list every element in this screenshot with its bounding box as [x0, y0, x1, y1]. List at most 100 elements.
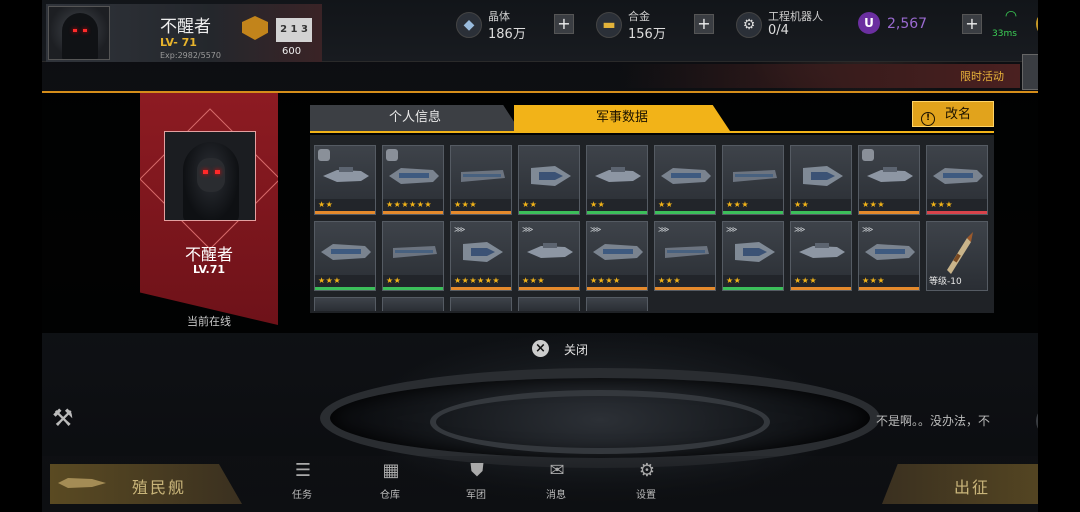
weapon-card[interactable]: ⋙ ★★★ [858, 221, 920, 291]
hooded-figure [62, 13, 98, 59]
nav-warehouse-label: 仓库 [380, 490, 400, 501]
weapon-stars: ★★ [383, 275, 443, 287]
weapon-rarity-bar [723, 211, 783, 214]
add-alloy-button[interactable]: + [694, 14, 714, 34]
weapon-card[interactable]: ⋙ ★★★ [654, 221, 716, 291]
weapon-rarity-bar [315, 211, 375, 214]
weapon-card[interactable] [586, 297, 648, 311]
nav-settings[interactable]: ⚙ 设置 [614, 456, 678, 504]
weapon-rarity-bar [383, 287, 443, 290]
weapon-card[interactable] [518, 297, 580, 311]
rank-value: 600 [282, 46, 302, 57]
weapon-grid: ★★ ★★★★★★ ★★★ ★★ ★★ ★★ ★★★ ★★ ★★★ ★★★ ★★★ ★★ ⋙ ★★★★★★… [314, 145, 988, 311]
profile-tabs: 个人信息 军事数据 [310, 105, 730, 133]
nav-warehouse[interactable]: ▦ 仓库 [358, 456, 422, 504]
weapon-stars: ★★ [723, 275, 783, 287]
player-avatar[interactable] [48, 6, 110, 60]
weapon-ship-icon [867, 167, 913, 182]
weapon-card[interactable]: ★★★ [314, 221, 376, 291]
weapon-ship-icon [393, 246, 437, 258]
weapon-card[interactable]: ★★ [586, 145, 648, 215]
weapon-rank-icon: ⋙ [862, 225, 874, 234]
add-ucoin-button[interactable]: + [962, 14, 982, 34]
weapon-badge-icon [386, 149, 398, 161]
nav-task-label: 任务 [292, 490, 312, 501]
weapon-ship-icon [865, 244, 915, 260]
weapon-badge-icon [862, 149, 874, 161]
weapon-card[interactable] [450, 297, 512, 311]
weapon-stars: ★★ [519, 199, 579, 211]
weapon-card[interactable] [382, 297, 444, 311]
weapon-stars: ★★★ [315, 275, 375, 287]
weapon-card[interactable]: ★★ [382, 221, 444, 291]
weapon-card[interactable]: ★★★ [858, 145, 920, 215]
nav-legion-label: 军团 [466, 490, 486, 501]
weapon-ship-icon [531, 166, 571, 186]
weapon-ship-icon [803, 166, 843, 186]
warehouse-icon: ▦ [382, 460, 400, 481]
weapon-card[interactable]: ★★ [790, 145, 852, 215]
nav-message-label: 消息 [546, 490, 566, 501]
nav-message[interactable]: ✉ 消息 [524, 456, 588, 504]
wrench-tools-icon[interactable]: ⚒ [52, 404, 82, 434]
weapon-card[interactable]: ⋙ ★★★ [518, 221, 580, 291]
ping-value: 33ms [992, 29, 1017, 39]
weapon-card[interactable]: ★★★ [450, 145, 512, 215]
weapon-card[interactable] [314, 297, 376, 311]
chat-preview[interactable]: 不是啊。。没办法，不 [876, 412, 990, 429]
weapon-card[interactable]: ★★ [518, 145, 580, 215]
weapon-rarity-bar [519, 287, 579, 290]
weapon-card[interactable]: ★★★ [926, 145, 988, 215]
weapon-card[interactable]: ★★★★★★ [382, 145, 444, 215]
weapon-rarity-bar [315, 287, 375, 290]
weapon-rarity-bar [859, 287, 919, 290]
rename-label: 改名 [945, 107, 972, 122]
tab-personal-info[interactable]: 个人信息 [310, 105, 520, 131]
weapon-card[interactable]: ★★★ [722, 145, 784, 215]
space-station-inner-ring [430, 390, 770, 454]
weapon-ship-icon [735, 242, 775, 262]
weapon-rank-icon: ⋙ [794, 225, 806, 234]
weapon-card[interactable]: ★★ [314, 145, 376, 215]
limited-event-label[interactable]: 限时活动 [960, 68, 1004, 84]
add-crystal-button[interactable]: + [554, 14, 574, 34]
weapon-rarity-bar [655, 211, 715, 214]
nav-legion[interactable]: ⛊ 军团 [444, 456, 508, 504]
weapon-rank-icon: ⋙ [658, 225, 670, 234]
weapon-rarity-bar [791, 287, 851, 290]
rank-badge[interactable] [242, 14, 276, 44]
weapon-grid-panel[interactable]: ★★ ★★★★★★ ★★★ ★★ ★★ ★★ ★★★ ★★ ★★★ ★★★ ★★★ ★★ ⋙ ★★★★★★… [310, 135, 994, 313]
weapon-card[interactable]: ★★ [654, 145, 716, 215]
weapon-card[interactable]: ⋙ ★★★★ [586, 221, 648, 291]
nav-task[interactable]: ☰ 任务 [270, 456, 334, 504]
weapon-ship-icon [323, 167, 369, 182]
red-eye-icon [73, 29, 77, 32]
weapon-card[interactable]: ⋙ ★★★★★★ [450, 221, 512, 291]
tab-military-data[interactable]: 军事数据 [514, 105, 730, 131]
task-icon: ☰ [294, 460, 312, 481]
weapon-ship-icon [321, 244, 371, 260]
weapon-stars: ★★★ [791, 275, 851, 287]
weapon-rank-icon: ⋙ [726, 225, 738, 234]
weapon-ship-icon [527, 243, 573, 258]
close-button[interactable]: × 关闭 [532, 340, 612, 358]
weapon-rarity-bar [587, 287, 647, 290]
podium-icon[interactable]: 2 1 3 [276, 18, 312, 42]
weapon-card[interactable]: ⋙ ★★★ [790, 221, 852, 291]
weapon-ship-icon [595, 167, 641, 182]
screen-edge-left [0, 0, 42, 512]
weapon-ship-icon [665, 246, 709, 258]
weapon-rarity-bar [383, 211, 443, 214]
settings-icon: ⚙ [638, 460, 656, 481]
special-item-card[interactable]: 等级-10 [926, 221, 988, 291]
tabs-underline [310, 131, 994, 133]
weapon-card[interactable]: ⋙ ★★ [722, 221, 784, 291]
weapon-rank-icon: ⋙ [590, 225, 602, 234]
crystal-icon: ◆ [456, 12, 482, 38]
weapon-rarity-bar [791, 211, 851, 214]
rename-button[interactable]: ! 改名 [912, 101, 994, 127]
red-eye-icon [215, 170, 220, 174]
player-exp: Exp:2982/5570 [160, 51, 221, 60]
robot-icon: ⚙ [736, 12, 762, 38]
figure-face [197, 158, 225, 192]
